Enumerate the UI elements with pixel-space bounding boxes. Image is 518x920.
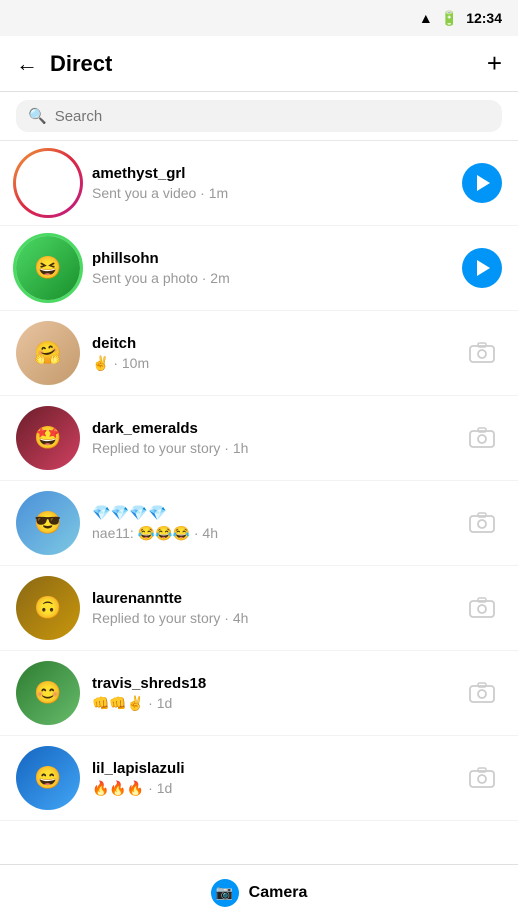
message-preview: 🔥🔥🔥 · 1d	[92, 780, 462, 797]
message-preview: 👊👊✌️ · 1d	[92, 695, 462, 712]
message-list: 😁 amethyst_grl Sent you a video · 1m 😆 phill…	[0, 141, 518, 821]
list-item[interactable]: 😁 amethyst_grl Sent you a video · 1m	[0, 141, 518, 226]
camera-button[interactable]	[462, 418, 502, 458]
search-bar: 🔍	[0, 92, 518, 141]
avatar-image: 🙃	[16, 576, 80, 640]
list-item[interactable]: 🤗 deitch ✌️ · 10m	[0, 311, 518, 396]
list-item[interactable]: 🙃 laurenanntte Replied to your story · 4h	[0, 566, 518, 651]
avatar-image: 🤗	[16, 321, 80, 385]
list-item[interactable]: 😄 lil_lapislazuli 🔥🔥🔥 · 1d	[0, 736, 518, 821]
search-input[interactable]	[55, 108, 490, 125]
message-username: travis_shreds18	[92, 675, 462, 692]
message-preview: Sent you a video · 1m	[92, 185, 462, 201]
message-preview: Replied to your story · 4h	[92, 610, 462, 626]
back-button[interactable]: ←	[16, 51, 38, 77]
camera-button[interactable]	[462, 503, 502, 543]
message-username: 💎💎💎💎	[92, 504, 462, 522]
avatar: 😎	[16, 491, 80, 555]
avatar: 😄	[16, 746, 80, 810]
avatar-image: 😊	[16, 661, 80, 725]
camera-button[interactable]	[462, 758, 502, 798]
camera-button[interactable]	[462, 333, 502, 373]
battery-icon: 🔋	[441, 10, 458, 27]
message-preview: Sent you a photo · 2m	[92, 270, 462, 286]
avatar: 🤩	[16, 406, 80, 470]
header: ← Direct +	[0, 36, 518, 92]
camera-icon: 📷	[211, 879, 239, 907]
list-item[interactable]: 😊 travis_shreds18 👊👊✌️ · 1d	[0, 651, 518, 736]
list-item[interactable]: 😎 💎💎💎💎 nae11: 😂😂😂 · 4h	[0, 481, 518, 566]
avatar-image: 😎	[16, 491, 80, 555]
avatar: 🙃	[16, 576, 80, 640]
new-message-button[interactable]: +	[487, 48, 502, 79]
camera-bar[interactable]: 📷 Camera	[0, 864, 518, 920]
search-input-wrap[interactable]: 🔍	[16, 100, 502, 132]
play-button[interactable]	[462, 163, 502, 203]
page-title: Direct	[50, 51, 487, 77]
search-icon: 🔍	[28, 107, 47, 125]
camera-button[interactable]	[462, 673, 502, 713]
message-preview: Replied to your story · 1h	[92, 440, 462, 456]
avatar: 😁	[16, 151, 80, 215]
avatar: 😆	[16, 236, 80, 300]
avatar: 🤗	[16, 321, 80, 385]
message-username: dark_emeralds	[92, 420, 462, 437]
message-preview: nae11: 😂😂😂 · 4h	[92, 525, 462, 542]
message-preview: ✌️ · 10m	[92, 355, 462, 372]
avatar: 😊	[16, 661, 80, 725]
message-username: lil_lapislazuli	[92, 760, 462, 777]
message-username: deitch	[92, 335, 462, 352]
message-username: phillsohn	[92, 250, 462, 267]
play-button[interactable]	[462, 248, 502, 288]
status-time: 12:34	[466, 10, 502, 26]
signal-icon: ▲	[419, 10, 433, 26]
camera-label: Camera	[249, 884, 308, 902]
list-item[interactable]: 🤩 dark_emeralds Replied to your story · 1h	[0, 396, 518, 481]
avatar-image: 😄	[16, 746, 80, 810]
list-item[interactable]: 😆 phillsohn Sent you a photo · 2m	[0, 226, 518, 311]
status-bar: ▲ 🔋 12:34	[0, 0, 518, 36]
camera-button[interactable]	[462, 588, 502, 628]
message-username: laurenanntte	[92, 590, 462, 607]
message-username: amethyst_grl	[92, 165, 462, 182]
avatar-image: 🤩	[16, 406, 80, 470]
